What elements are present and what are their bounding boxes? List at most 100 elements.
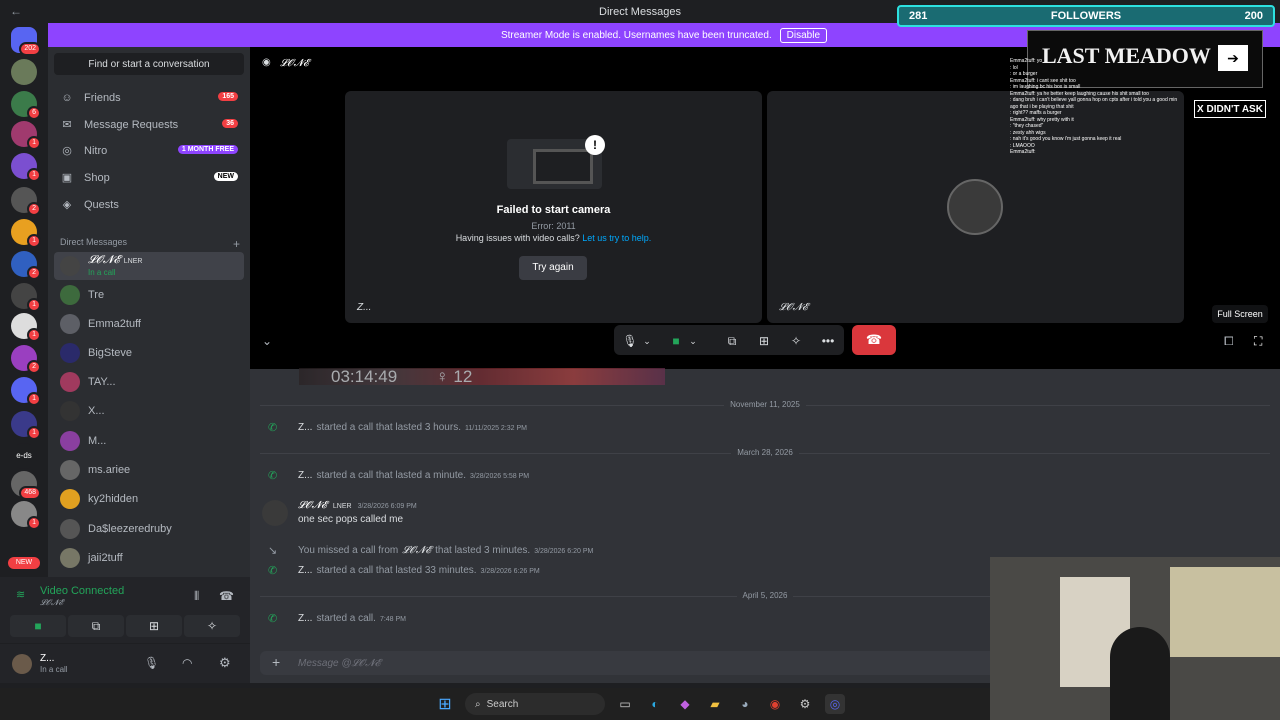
quests-icon: ◈ bbox=[62, 199, 72, 211]
server-icon[interactable]: 468 bbox=[11, 471, 41, 500]
more-options-button[interactable]: ••• bbox=[814, 327, 842, 355]
server-icon[interactable]: 2 bbox=[11, 345, 41, 374]
mic-options-chevron-icon[interactable]: ⌄ bbox=[640, 327, 654, 355]
chevron-down-icon[interactable]: ⌄ bbox=[262, 334, 272, 348]
dm-item-lone[interactable]: 𝓛𝓞𝓝𝓔 LNER In a call bbox=[54, 252, 244, 280]
soundboard-button[interactable]: ✧ bbox=[184, 615, 240, 637]
username: Z... bbox=[40, 653, 55, 664]
edge-browser-icon[interactable]: ◐ bbox=[645, 694, 665, 714]
friends-count-badge: 165 bbox=[218, 92, 238, 101]
dm-item[interactable]: X... bbox=[54, 397, 244, 425]
voice-status[interactable]: Video Connected bbox=[40, 585, 124, 597]
server-icon[interactable] bbox=[11, 59, 37, 85]
dm-header-label: Direct Messages bbox=[60, 237, 128, 247]
activities-button[interactable]: ⊞ bbox=[750, 327, 778, 355]
dm-item[interactable]: ms.ariee bbox=[54, 456, 244, 484]
dm-item[interactable]: Da$leezeredruby bbox=[54, 515, 244, 543]
file-explorer-icon[interactable]: ▰ bbox=[705, 694, 725, 714]
nav-message-requests[interactable]: ✉ Message Requests 36 bbox=[54, 113, 244, 137]
microphone-icon[interactable]: 🎙︎ bbox=[144, 656, 159, 670]
tile-label: Z... bbox=[357, 302, 372, 313]
copilot-icon[interactable]: ◆ bbox=[675, 694, 695, 714]
warning-icon: ! bbox=[585, 135, 605, 155]
noise-suppression-icon[interactable]: ⦀ bbox=[194, 589, 199, 604]
call-event: Z... started a call. 7:48 PM bbox=[298, 613, 407, 624]
window-title: Direct Messages bbox=[599, 5, 681, 18]
dm-item[interactable]: Emma2tuff bbox=[54, 310, 244, 338]
steam-icon[interactable]: ◕ bbox=[735, 694, 755, 714]
help-link[interactable]: Let us try to help. bbox=[582, 233, 651, 243]
date-divider: March 28, 2026 bbox=[260, 448, 1270, 463]
avatar bbox=[60, 256, 80, 276]
dm-item[interactable]: jaii2tuff bbox=[54, 544, 244, 572]
avatar[interactable] bbox=[262, 500, 288, 526]
dm-item[interactable]: M... bbox=[54, 427, 244, 455]
headphones-icon[interactable]: ◠ bbox=[182, 656, 192, 670]
hang-up-button[interactable]: ☎ bbox=[852, 325, 896, 355]
screen-share-button[interactable]: ⧉ bbox=[68, 615, 124, 637]
video-tile-self[interactable]: ! Failed to start camera Error: 2011 Hav… bbox=[345, 91, 762, 323]
soundboard-button[interactable]: ✧ bbox=[782, 327, 810, 355]
camera-button[interactable]: ■ bbox=[10, 615, 66, 637]
nav-nitro[interactable]: ◎ Nitro 1 MONTH FREE bbox=[54, 139, 244, 163]
settings-gear-icon[interactable]: ⚙ bbox=[219, 655, 231, 671]
date-divider: November 11, 2025 bbox=[260, 400, 1270, 415]
call-event-missed: You missed a call from 𝓛𝓞𝓝𝓔 that lasted … bbox=[298, 545, 594, 556]
create-dm-plus-icon[interactable]: + bbox=[233, 237, 240, 251]
more-dots-icon: ••• bbox=[821, 334, 835, 348]
dm-item[interactable]: Tre bbox=[54, 281, 244, 309]
avatar bbox=[60, 460, 80, 480]
server-icon[interactable]: 1 bbox=[11, 153, 41, 182]
add-attachment-plus-icon[interactable]: + bbox=[272, 654, 280, 670]
settings-app-icon[interactable]: ⚙ bbox=[795, 694, 815, 714]
avatar bbox=[60, 489, 80, 509]
server-icon[interactable]: 2 bbox=[11, 187, 41, 216]
call-event: Z... started a call that lasted a minute… bbox=[298, 470, 530, 481]
server-icon[interactable]: 1 bbox=[11, 219, 41, 248]
server-icon[interactable]: 2 bbox=[11, 251, 41, 280]
nav-label: Quests bbox=[84, 199, 119, 211]
camera-options-chevron-icon[interactable]: ⌄ bbox=[686, 327, 700, 355]
find-conversation-button[interactable]: Find or start a conversation bbox=[54, 53, 244, 75]
chrome-icon[interactable]: ◉ bbox=[765, 694, 785, 714]
windows-start-icon[interactable]: ⊞ bbox=[435, 694, 455, 714]
activities-button[interactable]: ⊞ bbox=[126, 615, 182, 637]
popout-icon[interactable]: ⧠ bbox=[1224, 334, 1234, 349]
disconnect-icon[interactable]: ☎ bbox=[219, 589, 234, 603]
call-header-icon: ◉ bbox=[262, 57, 271, 68]
phone-call-icon: ✆ bbox=[268, 565, 278, 577]
screen-share-button[interactable]: ⧉ bbox=[718, 327, 746, 355]
avatar[interactable] bbox=[12, 654, 32, 674]
server-icon[interactable]: 1 bbox=[11, 411, 41, 440]
server-icon[interactable]: 1 bbox=[11, 501, 41, 530]
try-again-button[interactable]: Try again bbox=[519, 256, 587, 280]
avatar bbox=[60, 548, 80, 568]
task-view-icon[interactable]: ▭ bbox=[615, 694, 635, 714]
dm-item[interactable]: ky2hidden bbox=[54, 485, 244, 513]
taskbar-search[interactable]: ⌕ Search bbox=[465, 693, 605, 715]
nav-quests[interactable]: ◈ Quests bbox=[54, 193, 244, 217]
message-author[interactable]: 𝓛𝓞𝓝𝓔 bbox=[298, 500, 327, 511]
nav-label: Friends bbox=[84, 92, 121, 104]
home-button[interactable]: 202 bbox=[11, 27, 41, 56]
nav-shop[interactable]: ▣ Shop NEW bbox=[54, 166, 244, 190]
friends-icon: ☺ bbox=[61, 92, 73, 104]
server-icon-eds[interactable]: e-ds bbox=[11, 443, 37, 469]
activities-icon: ⊞ bbox=[148, 619, 160, 633]
dm-item[interactable]: BigSteve bbox=[54, 339, 244, 367]
server-icon[interactable]: 1 bbox=[11, 121, 41, 150]
server-icon[interactable]: 1 bbox=[11, 313, 41, 342]
disable-button[interactable]: Disable bbox=[779, 27, 828, 43]
server-icon[interactable]: 6 bbox=[11, 91, 41, 120]
discord-app-icon[interactable]: ◎ bbox=[825, 694, 845, 714]
back-arrow-icon[interactable]: ← bbox=[10, 4, 22, 18]
server-icon[interactable]: 1 bbox=[11, 377, 41, 406]
fullscreen-icon[interactable]: ⛶ bbox=[1254, 334, 1262, 349]
voice-panel: ≋ Video Connected 𝓛𝓞𝓝𝓔 ⦀ ☎ ■ ⧉ ⊞ ✧ bbox=[0, 577, 250, 643]
nav-friends[interactable]: ☺ Friends 165 bbox=[54, 86, 244, 110]
followers-title: FOLLOWERS bbox=[1050, 10, 1122, 22]
dm-item[interactable]: TAY... bbox=[54, 368, 244, 396]
microphone-icon: 🎙︎ bbox=[622, 334, 638, 348]
viewer-icon: ♀ bbox=[435, 368, 449, 385]
server-icon[interactable]: 1 bbox=[11, 283, 41, 312]
